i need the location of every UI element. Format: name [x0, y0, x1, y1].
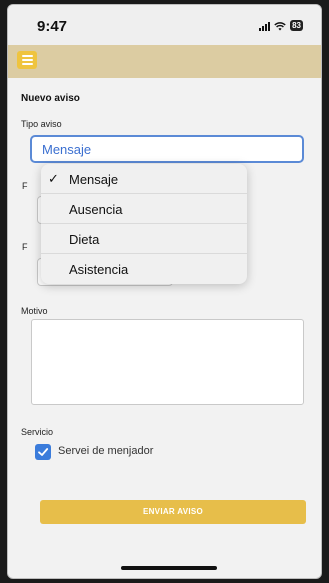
tipo-aviso-select[interactable]: Mensaje: [30, 135, 304, 163]
dropdown-option-mensaje[interactable]: ✓ Mensaje: [41, 164, 247, 194]
dropdown-option-asistencia[interactable]: Asistencia: [41, 254, 247, 284]
dropdown-option-label: Mensaje: [69, 172, 119, 187]
tipo-aviso-label: Tipo aviso: [21, 119, 62, 129]
phone-screen: 9:47 83 Nuevo aviso Tipo aviso Mensaje F…: [7, 4, 322, 579]
form-content: Nuevo aviso Tipo aviso Mensaje F F Motiv…: [8, 78, 321, 578]
signal-icon: [259, 21, 271, 31]
field-2-label: F: [22, 181, 28, 191]
dropdown-option-label: Dieta: [69, 232, 100, 247]
status-bar: 9:47 83: [8, 5, 321, 45]
checkmark-icon: [38, 448, 49, 456]
battery-icon: 83: [290, 20, 303, 31]
motivo-label: Motivo: [21, 306, 48, 316]
app-bar: [8, 45, 321, 78]
status-icons: 83: [259, 20, 303, 31]
dropdown-option-ausencia[interactable]: Ausencia: [41, 194, 247, 224]
servicio-option-label: Servei de menjador: [58, 445, 154, 457]
field-3-label: F: [22, 242, 28, 252]
tipo-aviso-value: Mensaje: [42, 142, 92, 157]
motivo-textarea[interactable]: [31, 319, 304, 405]
status-time: 9:47: [37, 18, 68, 35]
form-title: Nuevo aviso: [21, 93, 80, 104]
hamburger-icon[interactable]: [17, 51, 37, 69]
wifi-icon: [274, 21, 286, 30]
dropdown-option-label: Ausencia: [69, 202, 123, 217]
home-indicator[interactable]: [121, 566, 217, 570]
servicio-label: Servicio: [21, 427, 54, 437]
enviar-aviso-button[interactable]: ENVIAR AVISO: [40, 500, 306, 524]
servicio-checkbox[interactable]: [35, 444, 51, 460]
checkmark-icon: ✓: [48, 171, 59, 186]
tipo-aviso-dropdown: ✓ Mensaje Ausencia Dieta Asistencia: [41, 164, 247, 284]
dropdown-option-label: Asistencia: [69, 262, 129, 277]
dropdown-option-dieta[interactable]: Dieta: [41, 224, 247, 254]
